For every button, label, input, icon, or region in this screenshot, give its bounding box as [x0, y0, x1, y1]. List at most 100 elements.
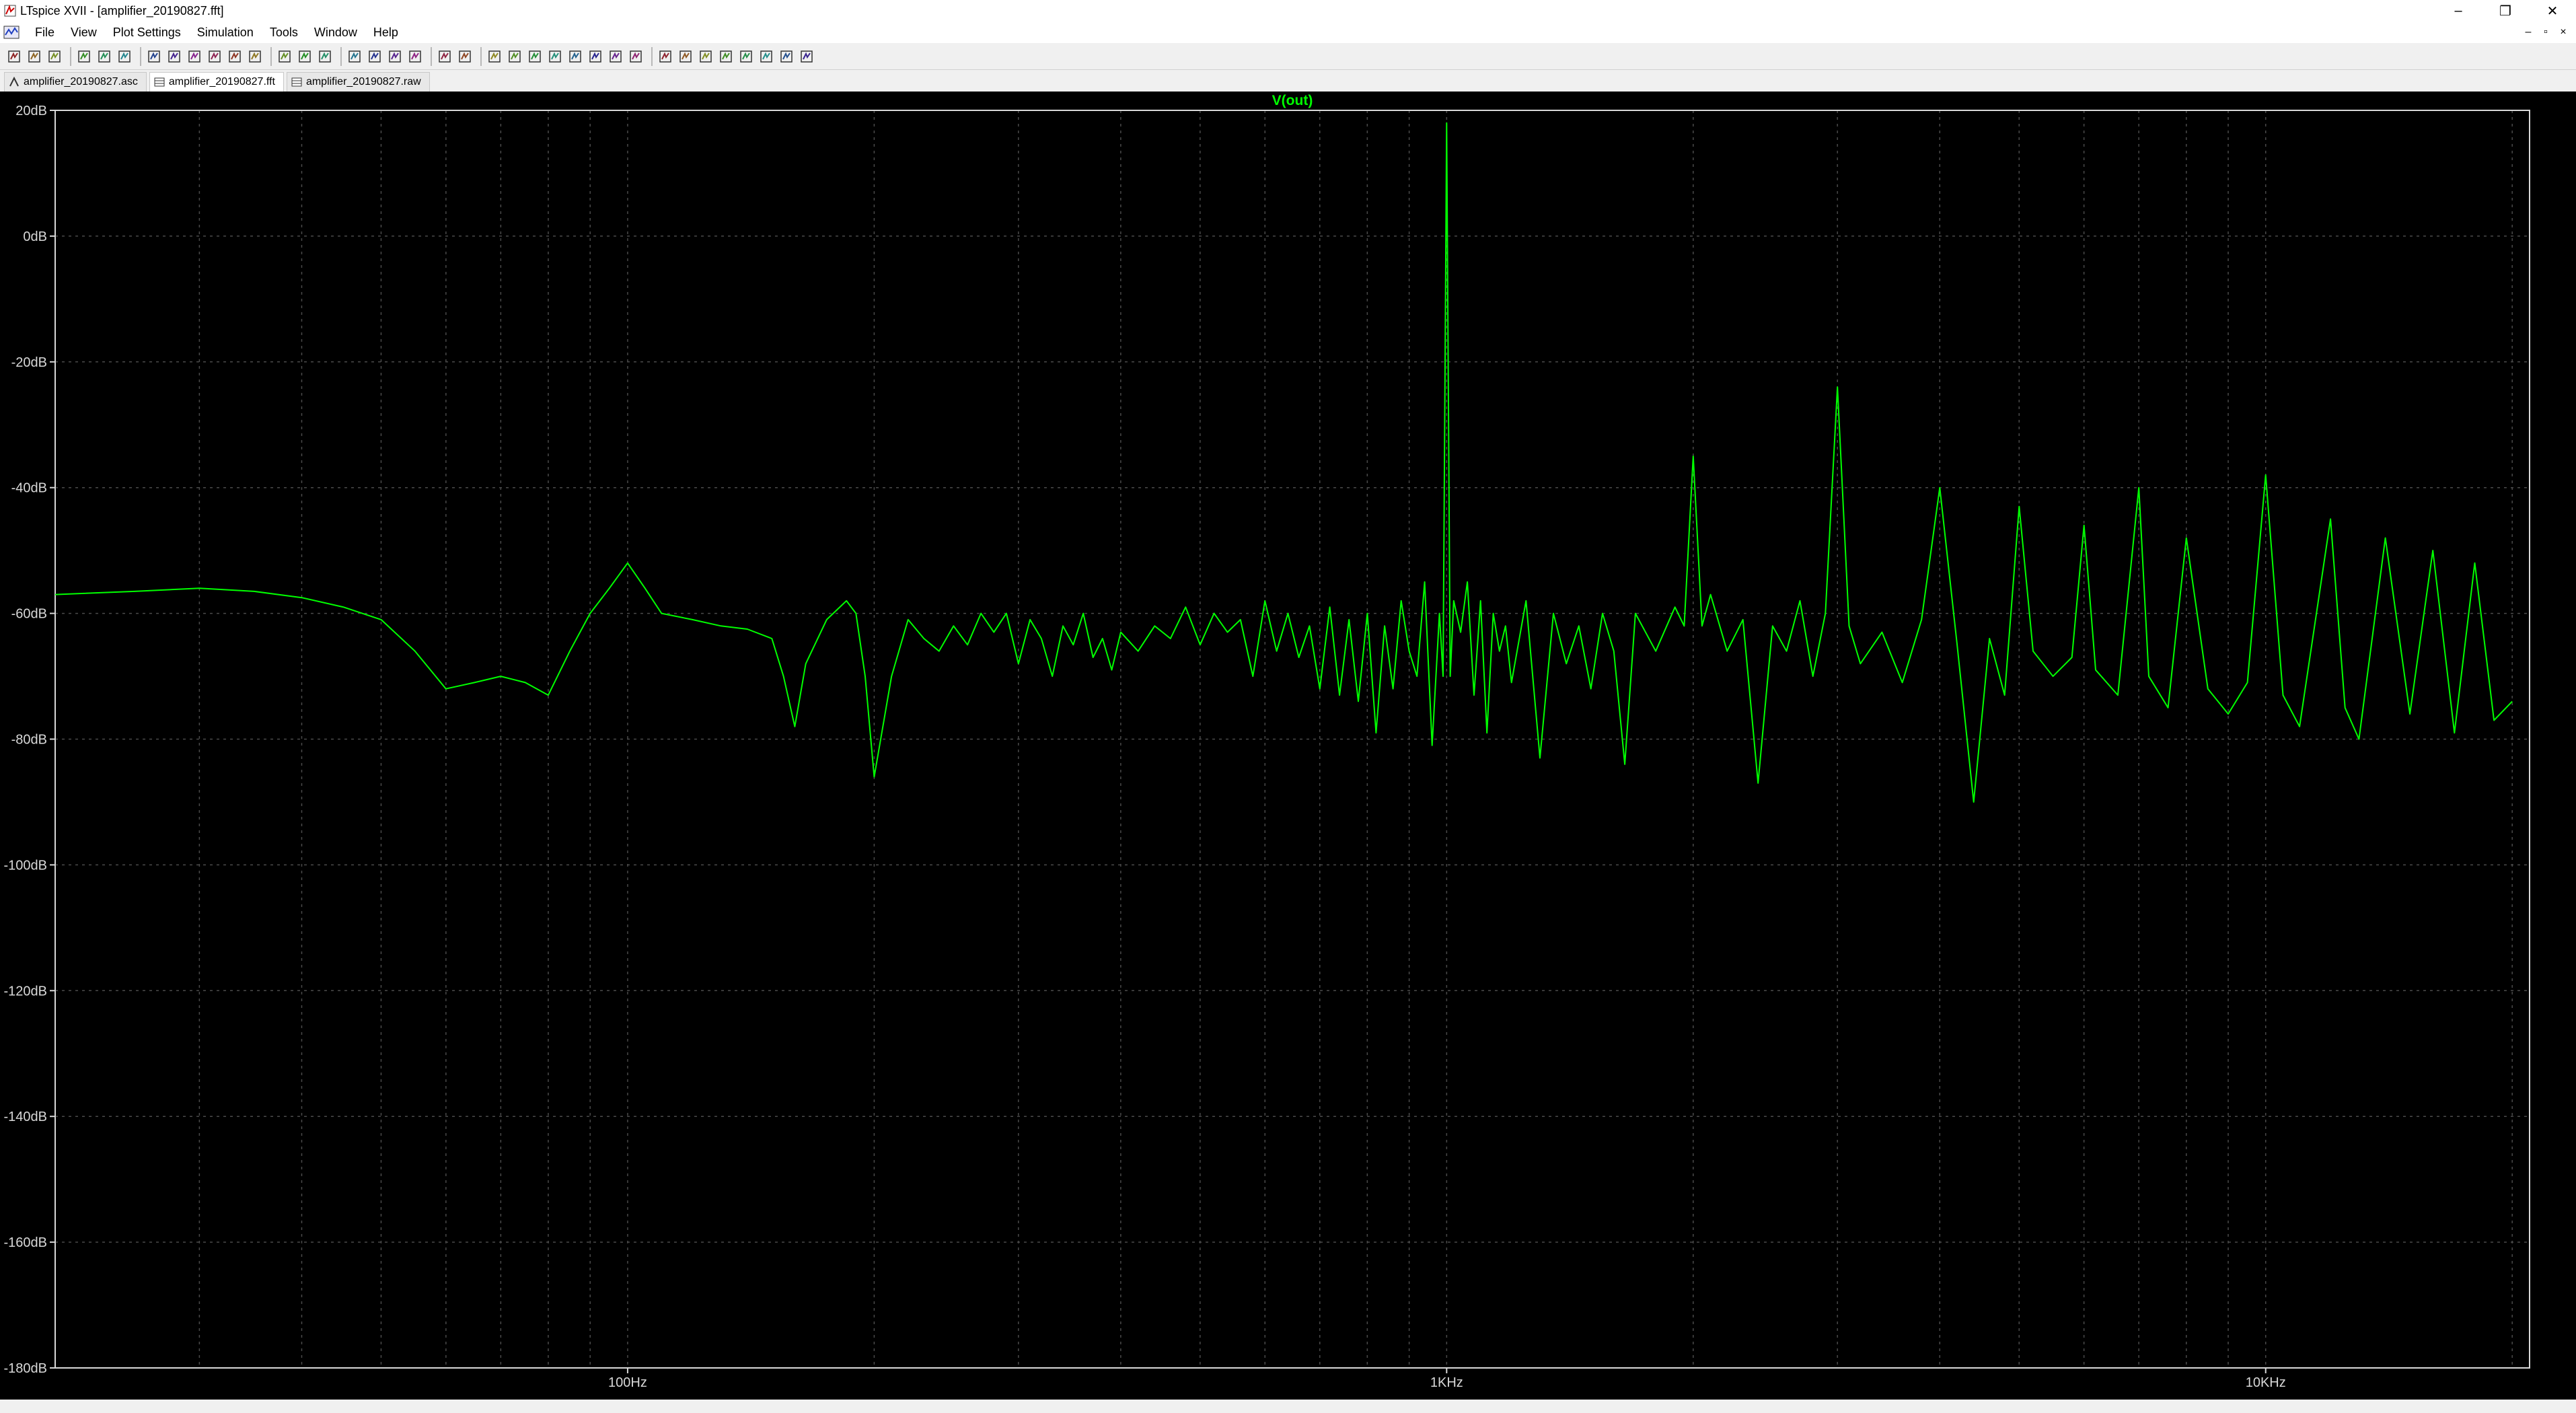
label-button[interactable] [526, 48, 544, 65]
drag-icon [679, 50, 692, 63]
label-icon [529, 50, 541, 63]
tile-horizontal-button[interactable] [276, 48, 293, 65]
tile-vertical-button[interactable] [316, 48, 334, 65]
inductor-icon [589, 50, 601, 63]
tile-horizontal-icon [279, 50, 291, 63]
rotate-icon [740, 50, 752, 63]
print-button[interactable] [436, 48, 453, 65]
zoom-extents-button[interactable] [246, 48, 264, 65]
resistor-button[interactable] [546, 48, 564, 65]
wire-icon [488, 50, 501, 63]
autorange-button[interactable] [226, 48, 244, 65]
copy-button[interactable] [366, 48, 383, 65]
status-bar [0, 1400, 2576, 1413]
tab-label: amplifier_20190827.raw [305, 76, 421, 87]
y-tick-label: -160dB [4, 1235, 48, 1250]
y-tick-label: -20dB [11, 355, 47, 370]
toolbar-separator [431, 46, 432, 66]
cascade-button[interactable] [296, 48, 314, 65]
document-tabs: amplifier_20190827.asc amplifier_2019082… [0, 70, 2576, 92]
y-tick-label: -140dB [4, 1110, 48, 1124]
paste-button[interactable] [386, 48, 404, 65]
control-panel-button[interactable] [75, 48, 93, 65]
x-tick-label: 100Hz [608, 1375, 647, 1390]
plot-file-icon [154, 77, 165, 87]
document-window-controls: – ▫ × [2519, 22, 2572, 43]
inductor-button[interactable] [587, 48, 604, 65]
undo-button[interactable] [697, 48, 714, 65]
mirror-icon [760, 50, 772, 63]
zoom-in-button[interactable] [145, 48, 163, 65]
open-button[interactable] [26, 48, 43, 65]
y-tick-label: -80dB [11, 733, 47, 748]
menu-view[interactable]: View [63, 26, 105, 40]
zoom-fit-button[interactable] [206, 48, 223, 65]
ground-icon [509, 50, 521, 63]
close-button[interactable]: ✕ [2529, 0, 2576, 22]
tile-vertical-icon [319, 50, 331, 63]
ground-button[interactable] [506, 48, 523, 65]
component-button[interactable] [627, 48, 645, 65]
toolbar-separator [651, 46, 653, 66]
run-icon [8, 50, 20, 63]
diode-button[interactable] [607, 48, 624, 65]
text-button[interactable] [778, 48, 795, 65]
find-icon [409, 50, 421, 63]
menu-tools[interactable]: Tools [262, 26, 306, 40]
paste-icon [389, 50, 401, 63]
y-tick-label: -60dB [11, 607, 47, 622]
pan-button[interactable] [116, 48, 133, 65]
y-tick-label: 20dB [15, 104, 47, 118]
tab-fft[interactable]: amplifier_20190827.fft [149, 72, 284, 92]
mirror-button[interactable] [758, 48, 775, 65]
save-button[interactable] [46, 48, 63, 65]
zoom-fit-icon [209, 50, 221, 63]
ltspice-app-icon[interactable] [4, 5, 16, 17]
doc-restore-button[interactable]: ▫ [2537, 26, 2554, 38]
spice-directive-button[interactable] [798, 48, 815, 65]
menu-file[interactable]: File [27, 26, 63, 40]
halt-icon [98, 50, 110, 63]
toolbar-separator [480, 46, 482, 66]
capacitor-button[interactable] [566, 48, 584, 65]
y-tick-label: -180dB [4, 1361, 48, 1376]
copy-icon [369, 50, 381, 63]
tab-raw[interactable]: amplifier_20190827.raw [286, 72, 430, 92]
restore-button[interactable]: ❐ [2482, 0, 2529, 22]
rotate-button[interactable] [737, 48, 755, 65]
drag-button[interactable] [677, 48, 694, 65]
menu-simulation[interactable]: Simulation [189, 26, 262, 40]
menu-help[interactable]: Help [365, 26, 406, 40]
find-button[interactable] [406, 48, 424, 65]
title-bar: LTspice XVII - [amplifier_20190827.fft] … [0, 0, 2576, 22]
doc-close-button[interactable]: × [2554, 26, 2572, 38]
waveform-plot-pane[interactable]: 20dB 0dB -20dB -40dB -60dB -80dB -100dB -120dB -… [0, 92, 2576, 1400]
trace-v-out[interactable] [54, 122, 2513, 803]
trace-label-v-out[interactable]: V(out) [1272, 93, 1313, 108]
move-button[interactable] [657, 48, 674, 65]
menu-plot-settings[interactable]: Plot Settings [105, 26, 189, 40]
tab-label: amplifier_20190827.fft [168, 76, 275, 87]
minimize-button[interactable]: – [2435, 0, 2482, 22]
document-system-menu-icon[interactable] [3, 24, 22, 40]
window-title: LTspice XVII - [amplifier_20190827.fft] [20, 3, 224, 17]
print-preview-button[interactable] [456, 48, 474, 65]
y-tick-label: -120dB [4, 984, 48, 999]
spice-directive-icon [801, 50, 813, 63]
menu-window[interactable]: Window [306, 26, 365, 40]
menu-bar: File View Plot Settings Simulation Tools… [0, 22, 2576, 43]
undo-icon [700, 50, 712, 63]
run-button[interactable] [5, 48, 23, 65]
cut-button[interactable] [346, 48, 363, 65]
zoom-out-button[interactable] [165, 48, 183, 65]
redo-button[interactable] [717, 48, 735, 65]
tab-schematic[interactable]: amplifier_20190827.asc [4, 72, 147, 92]
print-preview-icon [459, 50, 471, 63]
zoom-area-button[interactable] [186, 48, 203, 65]
component-icon [630, 50, 642, 63]
fft-chart[interactable]: 20dB 0dB -20dB -40dB -60dB -80dB -100dB -120dB -… [0, 92, 2576, 1400]
doc-minimize-button[interactable]: – [2519, 26, 2537, 38]
toolbar-separator [70, 46, 71, 66]
wire-button[interactable] [486, 48, 503, 65]
halt-button[interactable] [96, 48, 113, 65]
